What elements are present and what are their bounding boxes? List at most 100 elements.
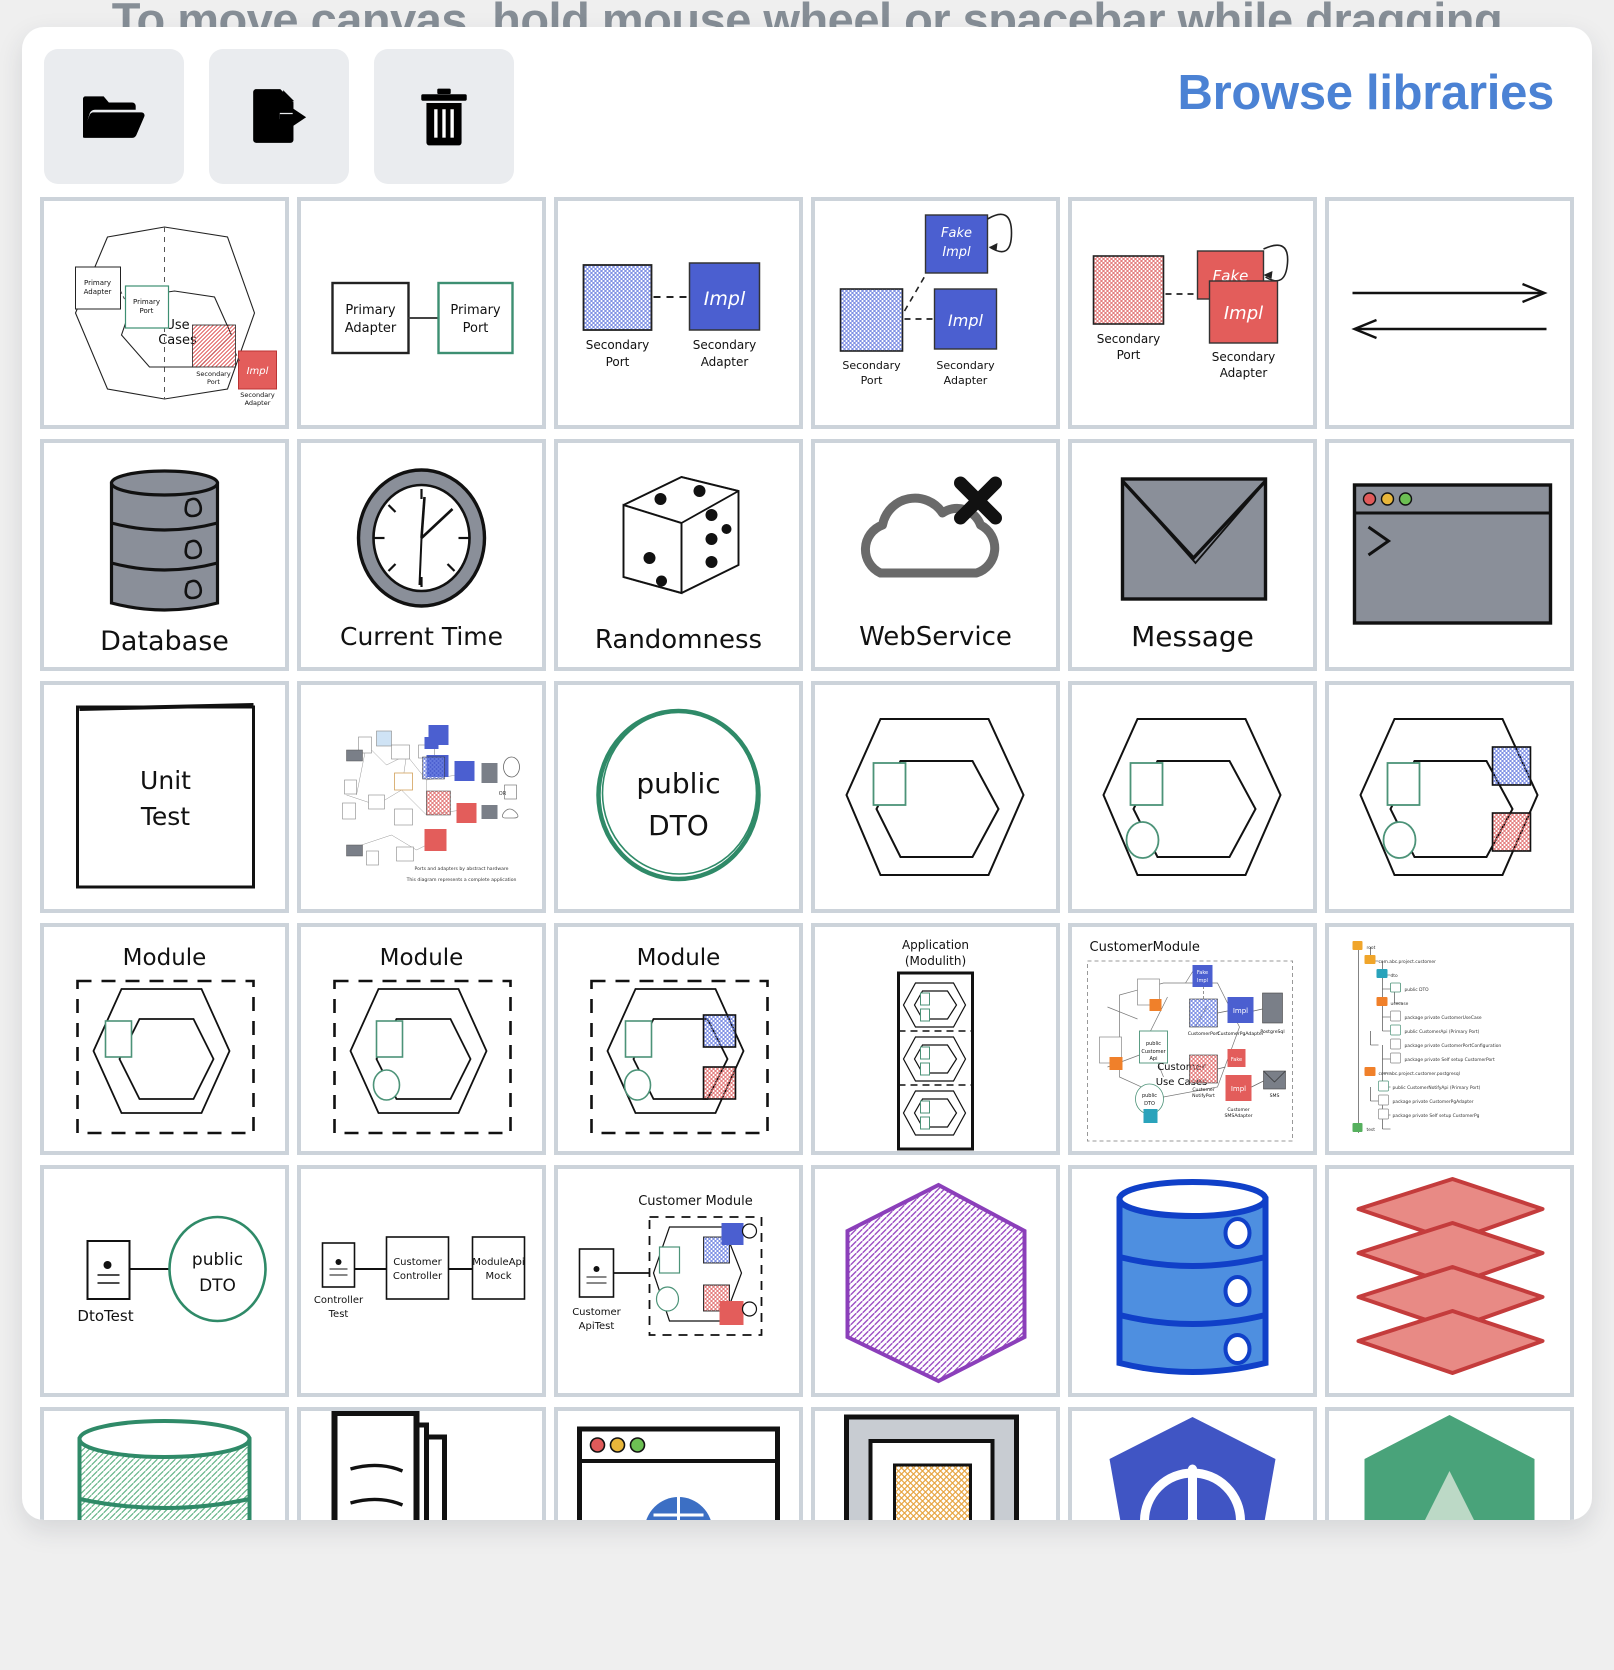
library-tile-public-dto[interactable]: public DTO [554,681,803,913]
library-tile-purple-hexagon[interactable] [811,1165,1060,1397]
library-tile-application-modulith[interactable]: Application (Modulith) [811,923,1060,1155]
svg-text:Port: Port [207,378,220,386]
library-tile-kubernetes-logo[interactable] [1068,1407,1317,1520]
export-file-button[interactable] [209,49,349,184]
svg-text:Adapter: Adapter [701,355,749,369]
library-tile-hexagonal-architecture-overview[interactable]: Use Cases Primary Adapter Primary Port S… [40,197,289,429]
svg-text:Secondary: Secondary [1097,332,1161,346]
svg-text:Primary: Primary [450,303,501,318]
library-tile-hexagon-with-ports[interactable] [1068,681,1317,913]
library-tile-database[interactable]: Database [40,439,289,671]
library-tile-secondary-port-red-fake-impl[interactable]: Secondary Port Fake Impl Secondary Adapt… [1068,197,1317,429]
svg-text:DtoTest: DtoTest [77,1307,133,1325]
library-tile-unit-test[interactable]: Unit Test [40,681,289,913]
library-tile-orange-frame[interactable] [811,1407,1060,1520]
library-tile-terminal-window[interactable] [1325,439,1574,671]
library-tile-full-architecture-poster[interactable]: Ports and adapters by abstract hardware … [297,681,546,913]
library-tile-hexagon-empty[interactable] [811,681,1060,913]
library-tile-blue-database[interactable] [1068,1165,1317,1397]
svg-text:Port: Port [463,321,489,336]
library-tile-red-layers[interactable] [1325,1165,1574,1397]
svg-text:package private CustomerPgAdap: package private CustomerPgAdapter [1393,1099,1474,1105]
library-tile-module-with-adapters[interactable]: Module [554,923,803,1155]
library-tile-secondary-port-blue-fake-impl[interactable]: Fake Impl Secondary Port Impl Secondary … [811,197,1060,429]
svg-text:Customer: Customer [572,1307,621,1318]
library-tile-browser-window[interactable] [554,1407,803,1520]
svg-text:Impl: Impl [942,245,971,260]
library-tile-documents[interactable] [297,1407,546,1520]
svg-text:Mock: Mock [485,1271,511,1282]
svg-text:package private Self setup Cus: package private Self setup CustomerPg [1393,1113,1480,1119]
svg-text:CustomerModule: CustomerModule [1090,940,1200,955]
svg-text:dto: dto [1391,973,1399,979]
trash-icon [417,86,471,148]
svg-text:NotifyPort: NotifyPort [1192,1093,1215,1099]
svg-text:Current Time: Current Time [340,622,503,651]
svg-text:Primary: Primary [84,279,111,287]
library-tile-arrows[interactable] [1325,197,1574,429]
svg-text:Customer: Customer [1227,1107,1249,1113]
svg-text:Customer: Customer [393,1257,442,1268]
folder-open-icon [83,91,145,143]
svg-text:Test: Test [140,802,190,831]
delete-button[interactable] [374,49,514,184]
library-tile-module-empty[interactable]: Module [40,923,289,1155]
svg-text:ApiTest: ApiTest [579,1321,615,1332]
library-tile-web-service[interactable]: WebService [811,439,1060,671]
svg-text:public: public [1142,1093,1157,1099]
svg-text:DTO: DTO [199,1276,236,1296]
svg-text:Unit: Unit [140,766,191,795]
svg-text:Cases: Cases [158,333,197,348]
library-tile-secondary-port-blue-impl[interactable]: Secondary Port Impl Secondary Adapter [554,197,803,429]
svg-text:Port: Port [606,355,630,369]
library-tile-module-with-ports[interactable]: Module [297,923,546,1155]
svg-text:Impl: Impl [1233,1007,1248,1015]
svg-text:Test: Test [328,1309,349,1320]
svg-text:PostgreSql: PostgreSql [1260,1029,1284,1035]
library-tile-dto-test[interactable]: public DTO DtoTest [40,1165,289,1397]
library-tile-message[interactable]: Message [1068,439,1317,671]
library-tile-current-time[interactable]: Current Time [297,439,546,671]
svg-text:com.abc.project.customer: com.abc.project.customer [1379,959,1437,965]
library-tile-randomness[interactable]: Randomness [554,439,803,671]
svg-text:public DTO: public DTO [1405,987,1430,993]
svg-text:Port: Port [861,374,883,387]
library-grid: Use Cases Primary Adapter Primary Port S… [22,197,1592,1520]
svg-text:Secondary: Secondary [693,338,757,352]
library-tile-controller-test[interactable]: Controller Test Customer Controller Modu… [297,1165,546,1397]
svg-text:package private CustomerUseCas: package private CustomerUseCase [1405,1015,1482,1021]
library-tile-green-database[interactable] [40,1407,289,1520]
svg-text:Secondary: Secondary [586,338,650,352]
library-tile-hexagon-with-adapters[interactable] [1325,681,1574,913]
svg-text:Module: Module [380,945,464,971]
svg-text:Impl: Impl [704,288,746,310]
svg-text:Database: Database [100,626,229,657]
svg-text:Adapter: Adapter [84,288,112,296]
svg-text:Ports and adapters by abstract: Ports and adapters by abstract hardware [414,866,508,872]
library-tile-customer-module[interactable]: CustomerModule public Customer Api Custo… [1068,923,1317,1155]
svg-text:SMSAdapter: SMSAdapter [1224,1113,1252,1119]
svg-text:(Modulith): (Modulith) [905,954,966,968]
file-export-icon [248,86,310,148]
svg-text:Controller: Controller [393,1271,443,1282]
library-tile-green-logo[interactable] [1325,1407,1574,1520]
svg-text:Secondary: Secondary [1212,350,1276,364]
svg-text:Impl: Impl [1231,1085,1246,1093]
svg-text:This diagram represents a comp: This diagram represents a complete appli… [406,877,517,883]
browse-libraries-link[interactable]: Browse libraries [1178,65,1555,121]
svg-text:Customer Module: Customer Module [638,1194,753,1209]
svg-text:ModuleApi: ModuleApi [472,1257,524,1268]
svg-text:public CustomerNotifyApi (Prim: public CustomerNotifyApi (Primary Port) [1393,1085,1481,1091]
library-tile-primary-adapter-to-primary-port[interactable]: Primary Adapter Primary Port [297,197,546,429]
svg-text:Secondary: Secondary [240,391,275,399]
svg-text:Fake: Fake [941,226,972,241]
svg-text:Port: Port [140,307,154,315]
svg-text:Controller: Controller [314,1295,364,1306]
library-tile-package-tree[interactable]: root com.abc.project.customer dto public… [1325,923,1574,1155]
open-folder-button[interactable] [44,49,184,184]
svg-text:Primary: Primary [133,298,160,306]
svg-text:Impl: Impl [247,366,269,377]
library-tile-customer-api-test[interactable]: Customer Module Customer ApiTest [554,1165,803,1397]
svg-text:public: public [192,1250,243,1270]
svg-text:Message: Message [1131,620,1254,653]
